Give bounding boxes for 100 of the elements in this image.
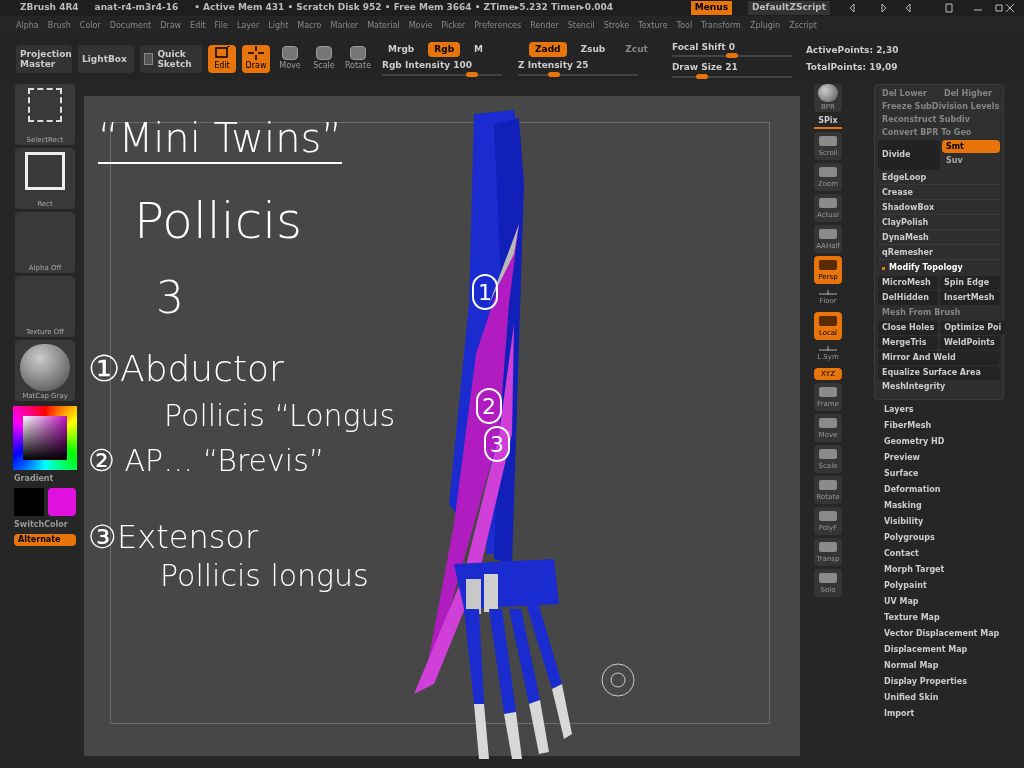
topology-button[interactable]: Close Holes <box>878 321 939 335</box>
topology-button[interactable]: DelHidden <box>878 291 938 305</box>
menu-item[interactable]: Render <box>530 20 559 32</box>
palette-section[interactable]: Vector Displacement Map <box>884 628 1004 640</box>
palette-section[interactable]: Visibility <box>884 516 1004 528</box>
menu-item[interactable]: Stencil <box>567 20 595 32</box>
menu-item[interactable]: Alpha <box>16 20 39 32</box>
palette-section[interactable]: UV Map <box>884 596 1004 608</box>
topology-button[interactable]: MicroMesh <box>878 276 938 290</box>
subpalette-header[interactable]: ShadowBox <box>878 201 1000 215</box>
mode-button[interactable]: Edit <box>208 45 236 73</box>
palette-section[interactable]: Masking <box>884 500 1004 512</box>
subpalette-header[interactable]: ClayPolish <box>878 216 1000 230</box>
suv-toggle[interactable]: Suv <box>942 154 972 167</box>
secondary-color-swatch[interactable] <box>14 488 44 516</box>
menu-item[interactable]: Texture <box>638 20 668 32</box>
letter-block-icon <box>282 46 298 60</box>
topology-button[interactable]: Optimize Poi <box>940 321 1006 335</box>
menu-item[interactable]: Brush <box>47 20 71 32</box>
points-stat: TotalPoints: 19,09 <box>805 61 899 74</box>
app-title: ZBrush 4R4 <box>19 1 79 15</box>
tool-icon <box>817 257 839 272</box>
menu-item[interactable]: Stroke <box>603 20 630 32</box>
palette-section[interactable]: Polypaint <box>884 580 1004 592</box>
palette-section[interactable]: Normal Map <box>884 660 1004 672</box>
menu-item[interactable]: Light <box>268 20 289 32</box>
subpalette-header[interactable]: Modify Topology <box>878 261 1000 275</box>
color-mode-button[interactable]: M <box>468 42 490 58</box>
mode-button[interactable]: Rotate <box>344 45 372 73</box>
menu-item[interactable]: File <box>214 20 228 32</box>
palette-section[interactable]: Display Properties <box>884 676 1004 688</box>
topology-button[interactable]: Equalize Surface Area <box>878 366 1000 380</box>
menu-item[interactable]: Color <box>79 20 101 32</box>
mode-button[interactable]: Move <box>276 45 304 73</box>
alternate-button[interactable]: Alternate <box>14 534 76 546</box>
menus-button[interactable]: Menus <box>690 1 733 15</box>
topology-button[interactable]: InsertMesh <box>940 291 1000 305</box>
menu-item[interactable]: Material <box>367 20 400 32</box>
topology-button[interactable]: Spin Edge <box>940 276 1000 290</box>
mode-button[interactable]: Draw <box>242 45 270 73</box>
slider-thumb[interactable] <box>548 71 560 77</box>
z-mode-button[interactable]: Zadd <box>529 42 567 58</box>
points-stat: ActivePoints: 2,30 <box>805 43 899 57</box>
palette-section[interactable]: Morph Target <box>884 564 1004 576</box>
palette-section[interactable]: Displacement Map <box>884 644 1004 656</box>
palette-section[interactable]: Preview <box>884 452 1004 464</box>
slider-track[interactable] <box>671 75 792 78</box>
menu-item[interactable]: Layer <box>237 20 260 32</box>
menu-item[interactable]: Zscript <box>789 20 817 32</box>
menu-item[interactable]: Tool <box>676 20 693 32</box>
color-mode-button[interactable]: Rgb <box>428 42 461 58</box>
palette-section[interactable]: Import <box>884 708 1004 720</box>
slider-thumb[interactable] <box>695 73 708 79</box>
spix-slider[interactable]: SPix <box>814 115 842 129</box>
shelf-button[interactable]: Projection Master <box>16 45 72 73</box>
smt-toggle[interactable]: Smt <box>942 140 1000 153</box>
tool-icon <box>817 570 839 585</box>
palette-section[interactable]: Geometry HD <box>884 436 1004 448</box>
menu-item[interactable]: Movie <box>408 20 433 32</box>
subpalette-header[interactable]: MeshIntegrity <box>878 381 1000 396</box>
tool-icon <box>817 195 839 210</box>
topology-button[interactable]: MergeTris <box>878 336 938 350</box>
menu-item[interactable]: Document <box>109 20 152 32</box>
palette-section[interactable]: Polygroups <box>884 532 1004 544</box>
slider-thumb[interactable] <box>466 71 478 77</box>
color-picker[interactable] <box>13 406 77 470</box>
palette-section[interactable]: Surface <box>884 468 1004 480</box>
palette-section[interactable]: Layers <box>884 404 1004 416</box>
switch-color-label[interactable]: SwitchColor <box>6 519 68 531</box>
menu-item[interactable]: Picker <box>441 20 466 32</box>
menu-item[interactable]: Transform <box>701 20 741 32</box>
divide-button[interactable]: Divide <box>878 140 940 170</box>
topology-button[interactable]: WeldPoints <box>940 336 1000 350</box>
menu-item[interactable]: Draw <box>160 20 182 32</box>
subpalette-header[interactable]: DynaMesh <box>878 231 1000 245</box>
color-mode-button[interactable]: Mrgb <box>382 42 421 58</box>
crosshair-icon <box>248 46 264 60</box>
subpalette-header[interactable]: qRemesher <box>878 246 1000 260</box>
menu-item[interactable]: Zplugin <box>749 20 781 32</box>
palette-section[interactable]: Texture Map <box>884 612 1004 624</box>
z-mode-button[interactable]: Zsub <box>574 42 612 58</box>
palette-section[interactable]: Contact <box>884 548 1004 560</box>
menu-item[interactable]: Edit <box>190 20 206 32</box>
slider-track[interactable] <box>518 73 638 76</box>
menu-item[interactable]: Marker <box>330 20 359 32</box>
palette-section[interactable]: Deformation <box>884 484 1004 496</box>
mode-button[interactable]: Scale <box>310 45 338 73</box>
slider-thumb[interactable] <box>725 53 738 58</box>
main-color-swatch[interactable] <box>48 488 76 516</box>
topology-button[interactable]: Mirror And Weld <box>878 351 1000 365</box>
subpalette-header[interactable]: Crease <box>878 186 1000 200</box>
palette-section[interactable]: FiberMesh <box>884 420 1004 432</box>
shelf-button[interactable]: LightBox <box>78 45 134 73</box>
canvas[interactable]: “Mini Twins” Pollicis 3 ①Abductor Pollicis “Longus ② AP… “Brevis” ③Extensor Pollicis longus 1 2 3 <box>84 96 800 756</box>
menu-item[interactable]: Macro <box>297 20 322 32</box>
shelf-button[interactable]: Quick Sketch <box>140 45 202 73</box>
subpalette-header[interactable]: EdgeLoop <box>878 171 1000 185</box>
menu-item[interactable]: Preferences <box>474 20 522 32</box>
palette-section[interactable]: Unified Skin <box>884 692 1004 704</box>
slider-track[interactable] <box>382 73 502 76</box>
